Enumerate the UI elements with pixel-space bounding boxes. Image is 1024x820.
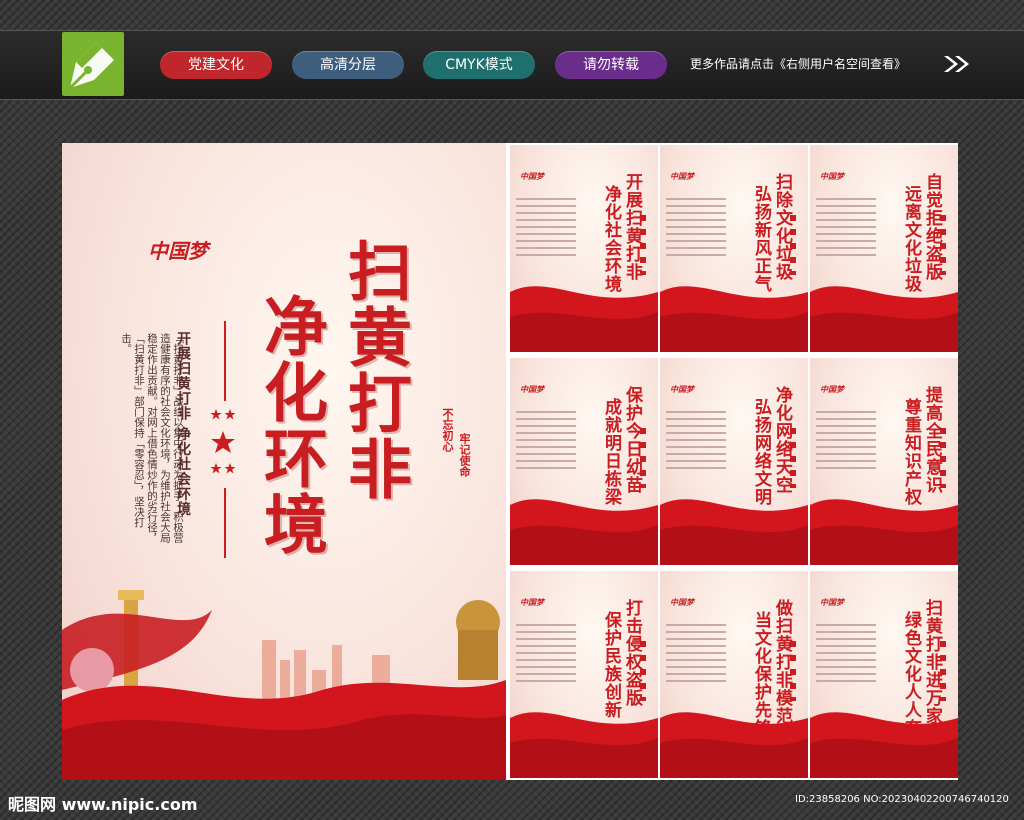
poster-title-line1: 打击侵权盗版	[622, 599, 642, 707]
poster-card[interactable]: 中国梦 净化网络天空 弘扬网络文明	[660, 358, 808, 565]
divider-line	[224, 488, 226, 558]
site-watermark[interactable]: 昵图网 www.nipic.com	[8, 791, 198, 815]
poster-card[interactable]: 中国梦 自觉拒绝盗版 远离文化垃圾	[810, 145, 958, 352]
china-dream-logo: 中国梦	[670, 597, 694, 607]
double-chevron-right-icon[interactable]	[942, 54, 972, 74]
poster-title-line1: 扫除文化垃圾	[772, 173, 792, 281]
china-dream-logo: 中国梦	[520, 384, 544, 394]
china-dream-logo: 中国梦	[520, 171, 544, 181]
poster-title-line1: 净化网络天空	[772, 386, 792, 494]
stars-icon	[790, 215, 796, 275]
red-wave-decoration	[660, 286, 808, 352]
stars-icon	[640, 215, 646, 275]
body-text-lines	[816, 193, 876, 283]
tag-hd-layers[interactable]: 高清分层	[292, 51, 404, 79]
red-wave-decoration	[810, 499, 958, 565]
stars-icon	[210, 409, 236, 474]
body-text-lines	[666, 619, 726, 709]
body-text-lines	[816, 406, 876, 496]
tag-no-repost[interactable]: 请勿转载	[555, 51, 667, 79]
red-wave-decoration	[62, 590, 506, 780]
body-text-lines	[666, 193, 726, 283]
body-text-lines	[516, 619, 576, 709]
china-dream-logo: 中国梦	[820, 171, 844, 181]
china-dream-logo: 中国梦	[820, 384, 844, 394]
more-works-tip[interactable]: 更多作品请点击《右侧用户名空间查看》	[690, 54, 906, 74]
poster-card[interactable]: 中国梦 提高全民意识 尊重知识产权	[810, 358, 958, 565]
main-body-text: 「扫黄打非」战线以集中行动为抓手，积极营造健康有序的社会文化环境，为维护社会大局…	[120, 333, 184, 543]
site-logo	[62, 32, 124, 96]
tag-party-culture[interactable]: 党建文化	[160, 51, 272, 79]
poster-title-line1: 提高全民意识	[922, 386, 942, 494]
china-dream-logo: 中国梦	[670, 384, 694, 394]
poster-card[interactable]: 中国梦 开展扫黄打非 净化社会环境	[510, 145, 658, 352]
body-text-lines	[816, 619, 876, 709]
red-wave-decoration	[810, 286, 958, 352]
china-dream-logo: 中国梦	[148, 239, 208, 263]
body-text-lines	[516, 406, 576, 496]
red-wave-decoration	[660, 499, 808, 565]
red-wave-decoration	[660, 712, 808, 778]
poster-card[interactable]: 中国梦 扫黄打非进万家 绿色文化人人夸	[810, 571, 958, 778]
image-id: ID:23858206 NO:20230402200746740120	[795, 794, 1009, 805]
china-dream-logo: 中国梦	[820, 597, 844, 607]
stars-icon	[640, 641, 646, 701]
red-wave-decoration	[510, 499, 658, 565]
motto-never-forget: 不忘初心	[441, 408, 454, 452]
main-title-line2: 净化环境	[253, 293, 328, 557]
stars-icon	[940, 215, 946, 275]
china-dream-logo: 中国梦	[670, 171, 694, 181]
footer: 昵图网 www.nipic.com ID:23858206 NO:2023040…	[0, 782, 1024, 820]
poster-title-line1: 保护今日幼苗	[622, 386, 642, 494]
main-title-line1: 扫黄打非	[337, 238, 412, 502]
stars-icon	[640, 428, 646, 488]
red-wave-decoration	[510, 712, 658, 778]
poster-card[interactable]: 中国梦 做扫黄打非模范 当文化保护先锋	[660, 571, 808, 778]
stars-icon	[940, 641, 946, 701]
pen-icon	[68, 42, 114, 90]
stars-icon	[790, 641, 796, 701]
poster-title-line1: 开展扫黄打非	[622, 173, 642, 281]
red-wave-decoration	[510, 286, 658, 352]
china-dream-logo: 中国梦	[520, 597, 544, 607]
divider-line	[224, 321, 226, 401]
red-wave-decoration	[810, 712, 958, 778]
poster-card[interactable]: 中国梦 扫除文化垃圾 弘扬新风正气	[660, 145, 808, 352]
body-text-lines	[666, 406, 726, 496]
tag-cmyk[interactable]: CMYK模式	[423, 51, 535, 79]
main-poster: 中国梦 扫黄打非 净化环境 开展扫黄打非 净化社会环境 「扫黄打非」战线以集中行…	[62, 143, 506, 780]
poster-title-line1: 自觉拒绝盗版	[922, 173, 942, 281]
stars-icon	[790, 428, 796, 488]
body-text-lines	[516, 193, 576, 283]
poster-card[interactable]: 中国梦 保护今日幼苗 成就明日栋梁	[510, 358, 658, 565]
poster-card[interactable]: 中国梦 打击侵权盗版 保护民族创新	[510, 571, 658, 778]
motto-keep-mission: 牢记使命	[458, 433, 471, 477]
stars-icon	[940, 428, 946, 488]
